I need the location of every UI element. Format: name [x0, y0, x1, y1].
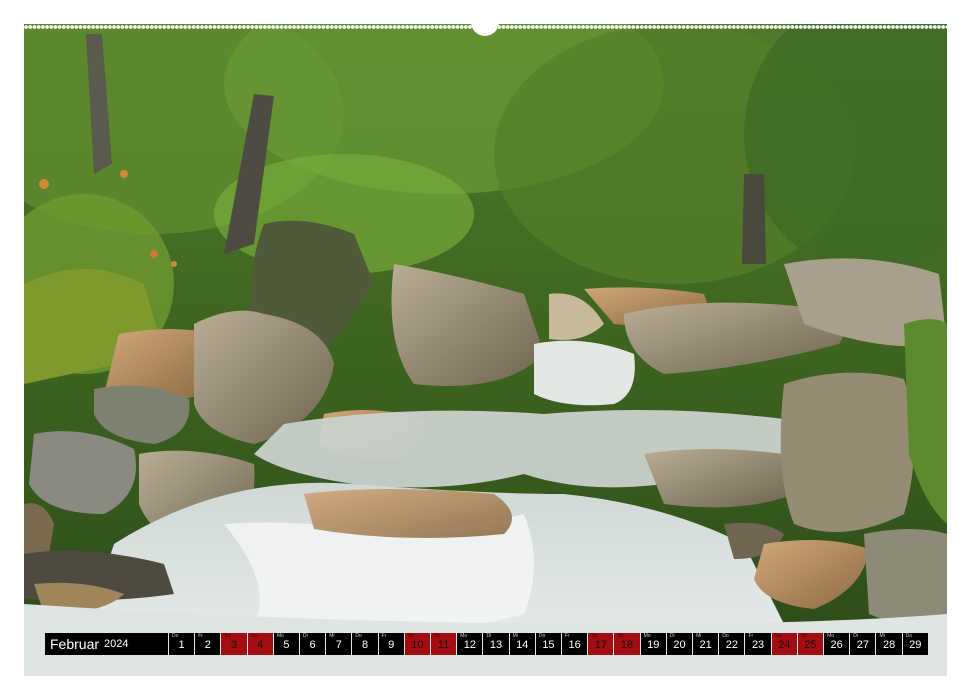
day-cell: Mi 7: [326, 633, 352, 655]
day-number: 13: [489, 639, 503, 651]
day-cell: Do 22: [719, 633, 745, 655]
year-label: 2024: [104, 638, 129, 650]
day-cell: Mo 5: [273, 633, 300, 655]
day-cell: Mi 14: [509, 633, 535, 655]
day-number: 8: [361, 639, 369, 651]
day-cell: Sa 17: [588, 633, 614, 655]
day-number: 26: [830, 639, 843, 651]
day-cell: Mo 12: [457, 633, 483, 655]
day-number: 27: [856, 639, 869, 651]
day-number: 21: [699, 639, 712, 651]
day-number: 24: [778, 639, 791, 651]
day-cell: Mi 21: [693, 633, 719, 655]
day-number: 2: [204, 639, 211, 651]
calendar-strip: Februar 2024 Do 1 Fr 2 Sa 3 So 4 Mo 5 Di 6 Mi 7 Do 8 Fr 9…: [45, 633, 928, 655]
day-cell: Di 13: [483, 633, 509, 655]
day-number: 6: [309, 639, 316, 651]
day-number: 23: [751, 639, 765, 651]
day-cell: So 4: [247, 633, 273, 655]
day-cell: Di 20: [666, 633, 693, 655]
day-cell: Mi 28: [876, 633, 902, 655]
day-cell: Di 27: [850, 633, 876, 655]
day-number: 1: [178, 639, 185, 651]
calendar-page: Februar 2024 Do 1 Fr 2 Sa 3 So 4 Mo 5 Di 6 Mi 7 Do 8 Fr 9…: [0, 0, 971, 700]
day-number: 25: [804, 639, 817, 651]
day-cell: Sa 10: [404, 633, 431, 655]
day-number: 3: [230, 639, 238, 651]
day-cell: Mo 19: [640, 633, 666, 655]
day-cell: Do 15: [535, 633, 562, 655]
day-number: 12: [463, 639, 476, 651]
stream-illustration: [24, 24, 947, 676]
day-cell: Fr 16: [562, 633, 588, 655]
day-cell: Fr 2: [195, 633, 221, 655]
day-cell: Sa 24: [771, 633, 797, 655]
day-number: 28: [882, 639, 896, 651]
day-cell: Fr 9: [378, 633, 404, 655]
day-number: 19: [647, 639, 660, 651]
month-name: Februar: [50, 636, 100, 652]
day-cell: Fr 23: [745, 633, 771, 655]
day-cell: Do 1: [169, 633, 195, 655]
day-number: 15: [542, 639, 555, 651]
day-number: 10: [411, 639, 424, 651]
day-number: 9: [388, 639, 395, 651]
day-cell: So 25: [797, 633, 824, 655]
day-cell: Mo 26: [824, 633, 850, 655]
day-number: 5: [283, 639, 290, 651]
day-number: 29: [909, 639, 922, 651]
day-number: 16: [568, 639, 581, 651]
day-cell: So 11: [431, 633, 457, 655]
day-number: 4: [257, 639, 264, 651]
day-number: 17: [594, 639, 607, 651]
day-cell: Do 29: [902, 633, 928, 655]
day-cell: So 18: [614, 633, 640, 655]
landscape-photo: [24, 24, 947, 676]
day-number: 22: [725, 639, 738, 651]
day-number: 20: [673, 639, 686, 651]
day-number: 11: [437, 639, 450, 651]
day-number: 18: [620, 639, 634, 651]
day-number: 7: [335, 639, 342, 651]
day-number: 14: [516, 639, 529, 651]
day-cell: Sa 3: [221, 633, 247, 655]
day-cell: Do 8: [352, 633, 378, 655]
month-label: Februar 2024: [45, 633, 168, 655]
day-cell: Di 6: [300, 633, 326, 655]
